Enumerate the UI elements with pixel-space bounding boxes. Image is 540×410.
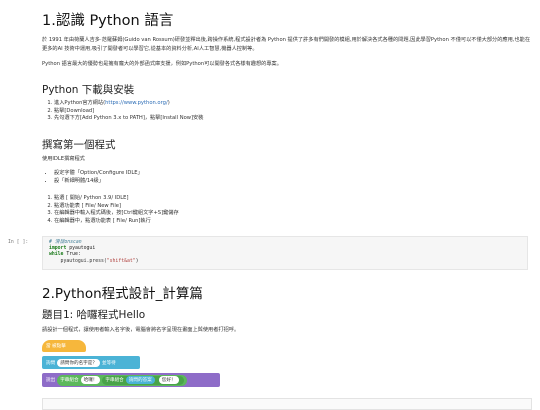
hello-input: 哈囉！ xyxy=(80,376,101,384)
nice-input: 您好！ xyxy=(158,376,179,384)
hat-block-label: 當 被點擊 xyxy=(46,344,66,349)
answer-reporter: 詢問的答案 xyxy=(125,376,155,384)
ask-wait-label: 並等待 xyxy=(101,360,116,366)
ask-and-wait-block: 詢問 請問你的名字是？ 並等待 xyxy=(42,356,140,369)
first-program-step: 在編輯器中輸入程式碼後，按[Ctrl鍵組文字+S]鍵儲存 xyxy=(54,210,179,218)
join-block-outer: 字串組合 哈囉！ 字串組合 詢問的答案 您好！ xyxy=(57,374,187,386)
download-step-text: 先勾選下方[Add Python 3.x to PATH]，點擊[Install… xyxy=(54,115,204,122)
topic-title: 題目1: 哈囉程式Hello xyxy=(42,309,146,321)
section-download-title: Python 下載與安裝 xyxy=(42,84,135,96)
intro-paragraph: 於 1991 年由荷蘭人吉多·范羅蘇姆(Guido van Rossum)研發並… xyxy=(42,37,531,52)
notebook-page: { "heading1": "1.認識 Python 語言", "intro_p… xyxy=(0,0,540,410)
first-program-bullet: 設定字體「Option/Configure IDLE」 xyxy=(54,170,143,178)
download-step-text: 點擊[Download] xyxy=(54,107,95,114)
code-cell[interactable]: # 滑鼠onscan import pyautogui while True: … xyxy=(42,236,528,270)
ask-question-input: 請問你的名字是？ xyxy=(57,358,100,367)
first-program-bullets: 設定字體「Option/Configure IDLE」設「新細明體/14級」 xyxy=(42,170,143,185)
section-first-program-title: 撰寫第一個程式 xyxy=(42,139,116,151)
first-program-step: 在編輯器中，點選功能表 [ File/ Run]執行 xyxy=(54,218,179,226)
scratch-blocks-image: 當 被點擊 詢問 請問你的名字是？ 並等待 說出 字串組合 哈囉！ 字串組合 詢… xyxy=(42,334,242,394)
code-keyword-while: while xyxy=(49,252,64,258)
code-call: pyautogui.press( xyxy=(49,258,107,264)
download-step-text: 進入Python官方網站( xyxy=(54,100,106,106)
code-string: "shift&at" xyxy=(106,258,136,264)
join-block-inner: 字串組合 詢問的答案 您好！ xyxy=(102,375,184,385)
page-heading-2: 2.Python程式設計_計算篇 xyxy=(42,286,203,302)
code-paren: ) xyxy=(135,258,139,264)
code-comment: # 滑鼠onscan xyxy=(49,240,82,245)
cell-prompt: In [ ]: xyxy=(8,240,29,245)
download-step: 先勾選下方[Add Python 3.x to PATH]，點擊[Install… xyxy=(54,115,203,123)
code-module: pyautogui xyxy=(66,246,96,252)
first-program-step: 點選 [ 開始/ Python 3.9/ IDLE] xyxy=(54,195,179,203)
code-keyword-import: import xyxy=(49,246,67,252)
download-step: 進入Python官方網站(https://www.python.org/) xyxy=(54,100,203,108)
join-label-2: 字串組合 xyxy=(105,378,124,383)
intro-paragraph-2: Python 語言最大的優勢也是擁有龐大的外部函式庫支援，例如Python可以開… xyxy=(42,61,282,67)
say-label: 說出 xyxy=(46,378,56,383)
first-program-steps: 點選 [ 開始/ Python 3.9/ IDLE]點選功能表 [ File/ … xyxy=(42,195,179,225)
code-line-4: pyautogui.press("shift&at") xyxy=(49,259,521,265)
download-step-suffix: ) xyxy=(167,100,170,106)
ask-label: 詢問 xyxy=(46,360,56,366)
code-condition: True: xyxy=(63,252,81,258)
next-code-cell[interactable] xyxy=(42,398,532,410)
join-label-1: 字串組合 xyxy=(60,378,79,383)
first-program-intro: 使用IDLE撰寫程式 xyxy=(42,156,85,162)
when-flag-clicked-block: 當 被點擊 xyxy=(42,340,86,352)
page-heading-1: 1.認識 Python 語言 xyxy=(42,13,174,29)
first-program-bullet: 設「新細明體/14級」 xyxy=(54,178,143,186)
say-block: 說出 字串組合 哈囉！ 字串組合 詢問的答案 您好！ xyxy=(42,373,220,387)
python-org-link[interactable]: https://www.python.org/ xyxy=(105,100,168,106)
download-steps: 進入Python官方網站(https://www.python.org/)點擊[… xyxy=(42,100,203,123)
